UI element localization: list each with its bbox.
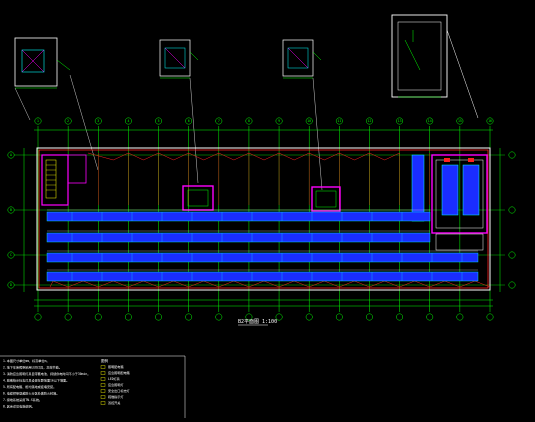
legend-title: 图例 <box>101 358 108 363</box>
switchgear-cabinet-b <box>462 164 480 216</box>
vertical-tray <box>411 154 425 222</box>
axis-label-col: 6 <box>188 119 190 123</box>
lighting-strip <box>46 232 431 243</box>
note-line: 7.接地系统采用TN-S系统。 <box>3 397 42 402</box>
legend-item: 双控开关 <box>108 400 120 405</box>
lighting-strip <box>46 252 479 263</box>
axis-label-col: 3 <box>97 119 99 123</box>
legend-item: 疏散指示灯 <box>108 394 123 399</box>
axis-label-col: 12 <box>368 119 372 123</box>
axis-label-col: 16 <box>488 119 492 123</box>
legend-item: 应急照明灯 <box>108 382 123 387</box>
axis-label-row: D <box>10 283 12 287</box>
axis-label-col: 2 <box>67 119 69 123</box>
axis-label-col: 8 <box>248 119 250 123</box>
axis-label-row: C <box>10 253 12 257</box>
axis-label-col: 10 <box>307 119 311 123</box>
axis-label-col: 1 <box>37 119 39 123</box>
plan-title: B2平面图 1:100 <box>238 319 277 325</box>
axis-label-col: 4 <box>127 119 129 123</box>
axis-label-col: 15 <box>458 119 462 123</box>
legend-item: LED灯具 <box>108 376 120 381</box>
cad-drawing-canvas: 1 2 3 4 5 6 7 8 9 10 11 12 13 14 15 16ABCD <box>0 0 535 422</box>
note-line: 5.所有配电箱、柜均落地或挂墙安装。 <box>3 384 56 389</box>
axis-label-col: 13 <box>398 119 402 123</box>
note-line: 2.地下车库照明采用LED灯具，高效节能。 <box>3 365 62 370</box>
note-line: 6.电缆桥架穿越防火分区处做防火封堵。 <box>3 391 59 396</box>
axis-label-col: 7 <box>218 119 220 123</box>
note-line: 3.消防应急照明灯具自带蓄电池，持续供电时间不小于30min。 <box>3 371 90 376</box>
lighting-strip <box>46 271 479 282</box>
legend-item: 安全出口标志灯 <box>108 388 130 393</box>
note-line: 4.疏散指示标志灯具设置在距地面1m以下墙面。 <box>3 378 69 383</box>
lighting-strip <box>46 211 431 222</box>
note-line: 1.本图尺寸单位mm，标高单位m。 <box>3 358 49 363</box>
axis-label-col: 9 <box>278 119 280 123</box>
axis-label-col: 14 <box>428 119 432 123</box>
axis-label-col: 5 <box>158 119 160 123</box>
legend-item: 照明配电箱 <box>108 364 123 369</box>
axis-label-col: 11 <box>337 119 341 123</box>
note-line: 8.其余详见电施说明。 <box>3 404 35 409</box>
axis-label-row: B <box>10 208 12 212</box>
axis-label-row: A <box>10 153 12 157</box>
switchgear-cabinet-a <box>441 164 459 216</box>
legend-item: 应急照明配电箱 <box>108 370 130 375</box>
